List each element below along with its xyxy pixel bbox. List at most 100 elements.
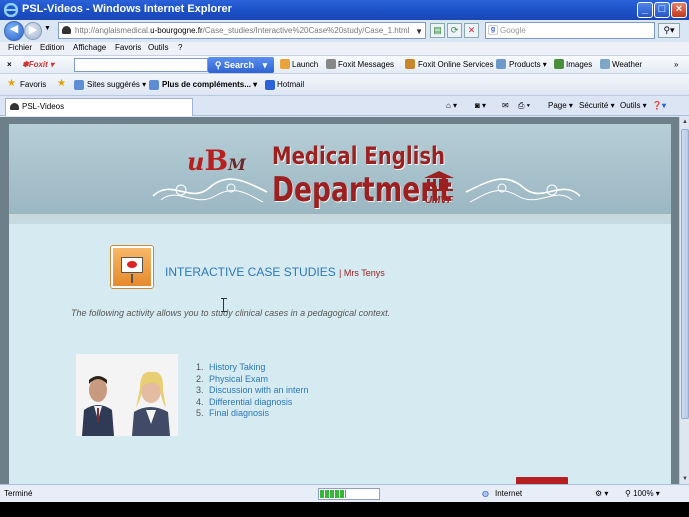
foxit-flame-icon: ✽ [22, 60, 29, 69]
temple-icon [424, 171, 454, 191]
products-icon [496, 59, 506, 69]
status-text: Terminé [4, 489, 33, 498]
protected-mode-icon[interactable]: ⚙ ▾ [595, 489, 608, 498]
page-menu[interactable]: Page ▾ [548, 101, 573, 110]
address-dropdown-icon[interactable]: ▼ [415, 24, 423, 38]
progress-bar [318, 488, 380, 500]
tab-psl-videos[interactable]: PSL-Videos [5, 98, 193, 116]
mail-icon[interactable]: ✉ [502, 101, 509, 110]
foxit-messages-button[interactable]: Foxit Messages [338, 60, 394, 69]
messages-icon [326, 59, 336, 69]
page-author: | Mrs Tenys [339, 268, 385, 278]
ornament-left-icon [152, 178, 268, 203]
tab-favicon-icon [10, 103, 19, 110]
presentation-board-icon [111, 246, 153, 288]
toolbar-more-icon[interactable]: » [674, 60, 678, 69]
window-title: PSL-Videos - Windows Internet Explorer [22, 3, 232, 15]
launch-icon [280, 59, 290, 69]
address-bar[interactable]: http://anglaismedical.u-bourgogne.fr/Cas… [58, 22, 426, 39]
hotmail-link[interactable]: Hotmail [277, 80, 304, 89]
magnifier-icon: ⚲ [214, 60, 222, 70]
globe-icon: ◍ [482, 489, 489, 498]
help-icon[interactable]: ❓▾ [652, 101, 666, 110]
home-icon[interactable]: ⌂ ▾ [446, 101, 457, 110]
foxit-search-button[interactable]: ⚲ Search ▾ [208, 57, 274, 73]
back-home-button[interactable] [516, 477, 568, 484]
menu-file[interactable]: Fichier [8, 43, 32, 52]
vertical-scrollbar[interactable]: ▲ ▼ [679, 117, 689, 484]
tools-menu[interactable]: Outils ▾ [620, 101, 647, 110]
minimize-button[interactable]: _ [637, 2, 653, 18]
suggested-sites-button[interactable]: Sites suggérés ▾ [87, 80, 146, 89]
case-link-final-diagnosis[interactable]: Final diagnosis [209, 408, 269, 418]
foxit-logo[interactable]: ✽Foxit ▾ [22, 60, 54, 69]
page-viewport: uBM Medical English Department UMVF INTE… [0, 117, 679, 484]
refresh-icon[interactable]: ⟳ [447, 23, 462, 38]
more-addons-button[interactable]: Plus de compléments... ▾ [162, 80, 257, 89]
menu-favorites[interactable]: Favoris [115, 43, 141, 52]
case-link-differential-diagnosis[interactable]: Differential diagnosis [209, 397, 292, 407]
umvf-logo: UMVF [422, 170, 456, 206]
browser-window: PSL-Videos - Windows Internet Explorer _… [0, 0, 689, 517]
tab-row: PSL-Videos ⌂ ▾ ◙ ▾ ✉ ⎙ ▾ Page ▾ Sécurité… [0, 96, 689, 116]
toolbar-close-icon[interactable]: × [7, 60, 12, 69]
compatibility-icon[interactable]: ▤ [430, 23, 445, 38]
addons-icon [149, 80, 159, 90]
favorites-button[interactable]: Favoris [20, 80, 46, 89]
progress-fill [320, 490, 347, 498]
images-icon [554, 59, 564, 69]
back-button[interactable]: ◀ [4, 21, 24, 41]
ie-logo-icon [4, 3, 18, 17]
doctors-illustration [76, 354, 178, 436]
case-link-discussion[interactable]: Discussion with an intern [209, 385, 309, 395]
foxit-search-input[interactable] [74, 58, 208, 72]
suggested-sites-icon [74, 80, 84, 90]
text-cursor-icon [221, 298, 227, 312]
site-banner: uBM Medical English Department UMVF [9, 124, 671, 224]
images-button[interactable]: Images [566, 60, 592, 69]
banner-title-line1: Medical English [272, 142, 446, 170]
menu-view[interactable]: Affichage [73, 43, 106, 52]
search-input[interactable]: g Google [485, 22, 655, 39]
scrollbar-thumb[interactable] [681, 129, 689, 419]
site-content: uBM Medical English Department UMVF INTE… [9, 124, 671, 484]
zoom-control[interactable]: ⚲ 100% ▾ [625, 489, 660, 498]
feeds-icon[interactable]: ◙ ▾ [475, 101, 486, 110]
page-title: INTERACTIVE CASE STUDIES | Mrs Tenys [165, 265, 385, 279]
case-link-physical-exam[interactable]: Physical Exam [209, 374, 268, 384]
status-bar: Terminé ◍ Internet ⚙ ▾ ⚲ 100% ▾ [0, 484, 689, 502]
address-row: ◀ ▶ ▼ http://anglaismedical.u-bourgogne.… [0, 20, 689, 42]
list-item: 2. Physical Exam [196, 373, 269, 384]
scroll-up-icon[interactable]: ▲ [680, 117, 689, 127]
intro-text: The following activity allows you to stu… [71, 308, 391, 318]
weather-icon [600, 59, 610, 69]
ornament-right-icon [465, 178, 581, 203]
list-item: 1. History Taking [196, 362, 266, 372]
list-item: 5. Final diagnosis [196, 408, 270, 418]
title-bar: PSL-Videos - Windows Internet Explorer _… [0, 0, 689, 20]
products-button[interactable]: Products ▾ [509, 60, 547, 69]
launch-button[interactable]: Launch [292, 60, 318, 69]
close-button[interactable]: × [671, 2, 687, 18]
search-go-icon[interactable]: ⚲▾ [658, 23, 680, 38]
forward-button[interactable]: ▶ [24, 22, 42, 40]
stop-icon[interactable]: ✕ [464, 23, 479, 38]
print-icon[interactable]: ⎙ ▾ [518, 101, 530, 111]
menu-tools[interactable]: Outils [148, 43, 168, 52]
security-zone[interactable]: Internet [495, 489, 522, 498]
add-favorite-icon[interactable]: ★ [57, 78, 66, 89]
weather-button[interactable]: Weather [612, 60, 642, 69]
security-menu[interactable]: Sécurité ▾ [579, 101, 615, 110]
menu-help[interactable]: ? [178, 43, 182, 52]
list-item: 4. Differential diagnosis [196, 396, 293, 407]
taskbar [0, 502, 689, 517]
foxit-toolbar: × ✽Foxit ▾ ⚲ Search ▾ Launch Foxit Messa… [0, 56, 689, 74]
scroll-down-icon[interactable]: ▼ [680, 474, 689, 484]
foxit-services-button[interactable]: Foxit Online Services [418, 60, 494, 69]
history-dropdown-icon[interactable]: ▼ [44, 25, 51, 32]
favorites-bar: ★ Favoris ★ Sites suggérés ▾ Plus de com… [0, 74, 689, 96]
maximize-button[interactable]: □ [654, 2, 670, 18]
menu-edit[interactable]: Edition [40, 43, 64, 52]
case-list: 1. History Taking 2. Physical Exam 3. Discu… [196, 362, 309, 420]
case-link-history-taking[interactable]: History Taking [209, 362, 265, 372]
